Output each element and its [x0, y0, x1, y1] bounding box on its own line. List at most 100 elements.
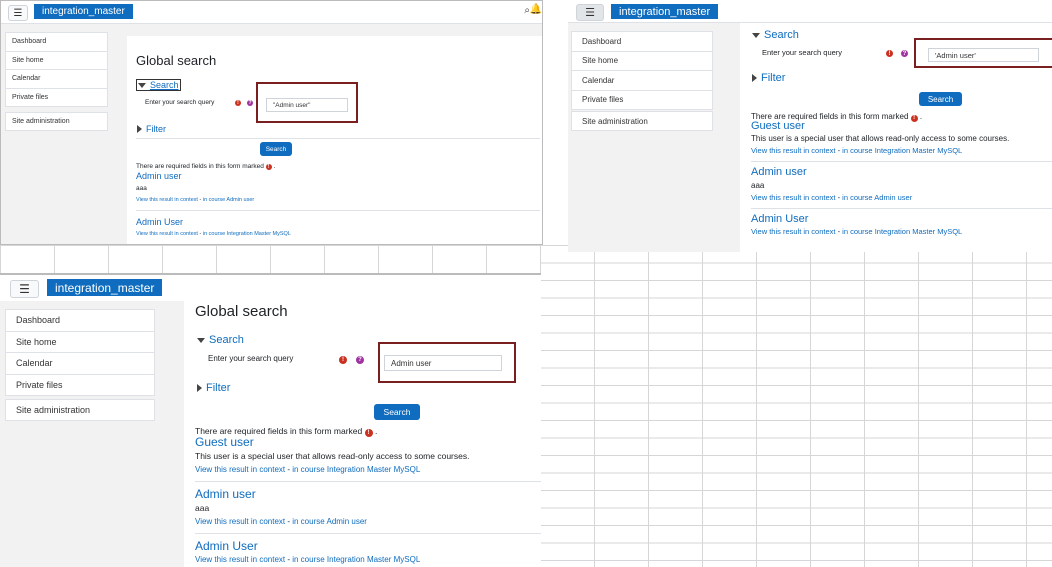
result-links: View this result in context - in course … — [751, 227, 963, 236]
result-links: View this result in context - in course … — [136, 197, 255, 203]
top-navbar: ☰ integration_master — [568, 0, 1052, 23]
result-course-link[interactable]: in course Admin user — [292, 517, 367, 526]
hamburger-icon: ☰ — [13, 7, 23, 19]
nav-drawer: Dashboard Site home Calendar Private fil… — [571, 31, 713, 110]
result-links: View this result in context - in course … — [195, 465, 421, 474]
nav-item-site-home[interactable]: Site home — [6, 52, 107, 70]
spreadsheet-grid-background — [540, 245, 1052, 567]
caret-down-icon — [752, 32, 760, 38]
divider — [751, 161, 1052, 162]
nav-item-dashboard[interactable]: Dashboard — [6, 33, 107, 52]
exclamation-icon: ! — [339, 356, 347, 364]
result-title-admin-user-upper[interactable]: Admin User — [751, 213, 808, 225]
search-button[interactable]: Search — [919, 92, 962, 106]
hamburger-icon: ☰ — [585, 7, 595, 19]
result-course-link[interactable]: in course Integration Master MySQL — [842, 227, 962, 236]
result-title-admin-user[interactable]: Admin user — [751, 166, 807, 178]
result-title-admin-user-upper[interactable]: Admin User — [136, 217, 183, 227]
filter-legend[interactable]: Filter — [197, 382, 230, 394]
caret-right-icon — [752, 74, 757, 82]
nav-item-private-files[interactable]: Private files — [572, 91, 712, 110]
filter-legend[interactable]: Filter — [137, 124, 166, 134]
result-desc: aaa — [136, 185, 147, 192]
result-course-link[interactable]: in course Integration Master MySQL — [842, 146, 962, 155]
result-links: View this result in context - in course … — [136, 231, 291, 237]
nav-item-calendar[interactable]: Calendar — [572, 71, 712, 91]
search-input[interactable]: "Admin user" — [266, 98, 348, 112]
search-legend[interactable]: Search — [136, 79, 181, 91]
search-button[interactable]: Search — [260, 142, 292, 156]
exclamation-icon: ! — [235, 100, 241, 106]
nav-drawer: Dashboard Site home Calendar Private fil… — [5, 309, 155, 396]
nav-item-private-files[interactable]: Private files — [6, 375, 154, 396]
result-links: View this result in context - in course … — [751, 193, 913, 202]
nav-item-site-home[interactable]: Site home — [6, 332, 154, 353]
result-desc: aaa — [195, 503, 210, 513]
menu-button[interactable]: ☰ — [10, 280, 39, 298]
nav-item-private-files[interactable]: Private files — [6, 89, 107, 107]
menu-button[interactable]: ☰ — [8, 5, 28, 21]
search-legend[interactable]: Search — [197, 334, 244, 346]
result-course-link[interactable]: in course Admin user — [842, 193, 912, 202]
nav-item-site-admin[interactable]: Site administration — [572, 112, 712, 130]
top-navbar: ☰ integration_master — [0, 275, 541, 301]
query-label: Enter your search query — [208, 354, 294, 363]
result-title-admin-user-upper[interactable]: Admin User — [195, 539, 258, 553]
result-context-link[interactable]: View this result in context — [136, 231, 198, 237]
required-note: There are required fields in this form m… — [136, 163, 276, 170]
result-links: View this result in context - in course … — [195, 517, 367, 526]
search-legend[interactable]: Search — [752, 29, 799, 41]
result-title-admin-user[interactable]: Admin user — [195, 487, 256, 501]
divider — [195, 481, 541, 482]
search-input[interactable]: Admin user — [384, 355, 502, 371]
nav-admin: Site administration — [5, 112, 108, 131]
exclamation-icon: ! — [886, 50, 893, 57]
menu-button[interactable]: ☰ — [576, 4, 604, 21]
divider — [751, 208, 1052, 209]
query-label: Enter your search query — [762, 48, 843, 57]
nav-item-calendar[interactable]: Calendar — [6, 70, 107, 89]
question-icon[interactable]: ? — [247, 100, 253, 106]
result-context-link[interactable]: View this result in context — [751, 193, 836, 202]
result-links: View this result in context - in course … — [195, 555, 421, 564]
nav-item-site-admin[interactable]: Site administration — [6, 113, 107, 130]
panel-top-right: ☰ integration_master Dashboard Site home… — [568, 0, 1052, 252]
main-content: Search Enter your search query ! ? 'Admi… — [740, 23, 1052, 252]
result-course-link[interactable]: in course Admin user — [203, 197, 254, 203]
search-button[interactable]: Search — [374, 404, 420, 420]
question-icon[interactable]: ? — [356, 356, 364, 364]
main-content: Global search Search Enter your search q… — [184, 301, 541, 567]
result-context-link[interactable]: View this result in context — [136, 197, 198, 203]
query-label: Enter your search query — [145, 99, 215, 106]
result-course-link[interactable]: in course Integration Master MySQL — [203, 231, 291, 237]
result-context-link[interactable]: View this result in context — [751, 227, 836, 236]
result-course-link[interactable]: in course Integration Master MySQL — [292, 465, 420, 474]
result-context-link[interactable]: View this result in context — [195, 517, 285, 526]
nav-item-dashboard[interactable]: Dashboard — [6, 310, 154, 332]
brand-button[interactable]: integration_master — [34, 4, 133, 19]
bell-icon[interactable]: 🔔 — [530, 4, 542, 15]
page-title: Global search — [136, 53, 217, 68]
nav-item-site-home[interactable]: Site home — [572, 52, 712, 71]
result-title-admin-user[interactable]: Admin user — [136, 171, 182, 181]
divider — [136, 210, 540, 211]
search-input[interactable]: 'Admin user' — [928, 48, 1039, 62]
exclamation-icon: ! — [265, 164, 272, 170]
nav-admin: Site administration — [571, 111, 713, 131]
brand-button[interactable]: integration_master — [611, 4, 719, 19]
result-context-link[interactable]: View this result in context — [195, 555, 285, 564]
result-course-link[interactable]: in course Integration Master MySQL — [292, 555, 420, 564]
filter-legend[interactable]: Filter — [752, 72, 785, 84]
nav-item-dashboard[interactable]: Dashboard — [572, 32, 712, 52]
result-title-guest-user[interactable]: Guest user — [751, 120, 805, 132]
divider — [136, 138, 540, 139]
panel-bottom: ☰ integration_master Dashboard Site home… — [0, 273, 541, 567]
result-context-link[interactable]: View this result in context — [195, 465, 285, 474]
nav-item-calendar[interactable]: Calendar — [6, 353, 154, 375]
question-icon[interactable]: ? — [901, 50, 908, 57]
nav-item-site-admin[interactable]: Site administration — [6, 400, 154, 420]
brand-button[interactable]: integration_master — [47, 279, 163, 296]
result-context-link[interactable]: View this result in context — [751, 146, 836, 155]
divider — [195, 533, 541, 534]
result-title-guest-user[interactable]: Guest user — [195, 435, 254, 449]
